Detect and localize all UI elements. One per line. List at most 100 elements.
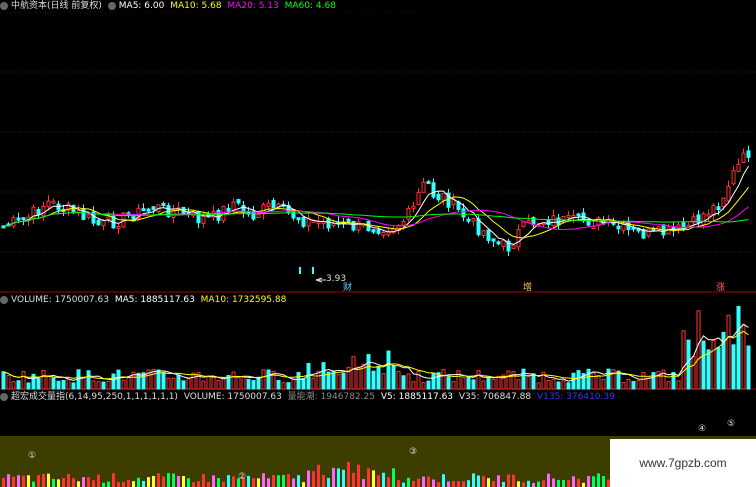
candle-body <box>471 218 476 222</box>
volume-bar <box>626 379 631 390</box>
indicator-bar <box>517 481 520 487</box>
volume-bar <box>96 381 101 390</box>
indicator-bar <box>312 471 315 487</box>
indicator-bar <box>287 474 290 487</box>
indicator-bar <box>27 475 30 487</box>
settings-dot-icon[interactable] <box>0 1 8 10</box>
indicator-bar <box>157 473 160 487</box>
volume-bar <box>391 365 396 390</box>
volume-bar <box>396 370 401 390</box>
indicator-bar <box>32 481 35 487</box>
indicator-bar <box>12 476 15 487</box>
indicator-bar <box>112 473 115 487</box>
indicator-bar <box>427 476 430 487</box>
candle-body <box>726 185 731 202</box>
volume-bar <box>81 376 86 390</box>
indicator-bar <box>207 481 210 487</box>
indicator-bar <box>432 479 435 487</box>
volume-bar <box>56 380 61 390</box>
volume-bar <box>236 376 241 390</box>
volume-bar <box>736 306 741 390</box>
volume-bar <box>276 380 281 390</box>
indicator-bar <box>142 480 145 487</box>
indicator-bar <box>292 478 295 487</box>
candle-body <box>116 225 121 229</box>
volume-bar <box>611 369 616 390</box>
candle-body <box>576 213 581 217</box>
candle-body <box>721 197 726 208</box>
indicator-bar <box>197 481 200 487</box>
candle-body <box>426 181 431 185</box>
candle-body <box>566 215 571 219</box>
indicator-bar <box>282 475 285 487</box>
price-chart[interactable] <box>0 12 756 294</box>
volume-bar <box>36 378 41 390</box>
volume-bar <box>476 370 481 390</box>
volume-bar <box>401 375 406 390</box>
volume-settings-icon[interactable] <box>0 295 8 304</box>
volume-bar <box>471 379 476 390</box>
volume-bar <box>281 382 286 390</box>
indicator-bar <box>547 473 550 487</box>
event-marker-zeng[interactable]: 增 <box>523 282 532 294</box>
indicator-bar <box>337 468 340 487</box>
candle-body <box>416 192 421 206</box>
volume-bar <box>516 379 521 390</box>
indicator-bar <box>272 475 275 487</box>
indicator-bar <box>582 482 585 487</box>
indicator-bar <box>302 482 305 487</box>
indicator-bar <box>262 473 265 487</box>
volume-bar <box>526 376 531 390</box>
indicator-bar <box>357 464 360 487</box>
volume-bar <box>426 380 431 390</box>
event-marker-zhang[interactable]: 涨 <box>716 282 725 294</box>
volume-bar <box>106 380 111 390</box>
indicator-bar <box>217 478 220 487</box>
volume-bar <box>431 372 436 390</box>
volume-bar <box>6 375 11 390</box>
indicator-bar <box>327 478 330 487</box>
indicator-bar <box>132 481 135 487</box>
volume-bar <box>216 379 221 390</box>
candle-body <box>36 209 41 215</box>
candle-body <box>741 152 746 163</box>
volume-bar <box>261 369 266 390</box>
main-chart-legend: 中航资本(日线 前复权) MA5: 6.00 MA10: 5.68 MA20: … <box>0 0 339 12</box>
candle-body <box>301 216 306 227</box>
indicator-bar <box>222 481 225 487</box>
indicator-bar <box>257 478 260 487</box>
indicator-bar <box>472 473 475 487</box>
indicator-liang-neng-chao: 量能潮: 1946782.25 <box>287 392 375 402</box>
volume-bar <box>71 382 76 390</box>
candle-body <box>266 202 271 208</box>
ma-settings-icon[interactable] <box>107 1 116 10</box>
volume-bar <box>681 330 686 390</box>
indicator-bar <box>602 476 605 487</box>
indicator-bar <box>477 475 480 487</box>
volume-chart[interactable] <box>0 306 756 390</box>
event-marker-cai[interactable]: 财 <box>343 282 352 294</box>
candle-body <box>411 205 416 209</box>
candle-body <box>441 193 446 201</box>
volume-bar <box>486 377 491 390</box>
indicator-bar <box>407 477 410 487</box>
volume-bar <box>376 365 381 390</box>
indicator-marker-3: ③ <box>409 447 418 457</box>
volume-bar <box>241 376 246 390</box>
volume-bar <box>126 376 131 390</box>
indicator-bar <box>7 474 10 487</box>
candle-body <box>421 181 426 193</box>
volume-bar <box>26 382 31 390</box>
volume-bar <box>631 381 636 390</box>
indicator-bar <box>457 480 460 487</box>
volume-ma10: MA10: 1732595.88 <box>200 295 287 305</box>
volume-bar <box>341 372 346 390</box>
indicator-bar <box>247 475 250 487</box>
indicator-settings-icon[interactable] <box>0 392 8 401</box>
volume-bar <box>46 375 51 390</box>
volume-bar <box>21 371 26 390</box>
indicator-bar <box>572 476 575 487</box>
indicator-bar <box>527 480 530 487</box>
indicator-bar <box>352 472 355 487</box>
candle-body <box>436 193 441 201</box>
